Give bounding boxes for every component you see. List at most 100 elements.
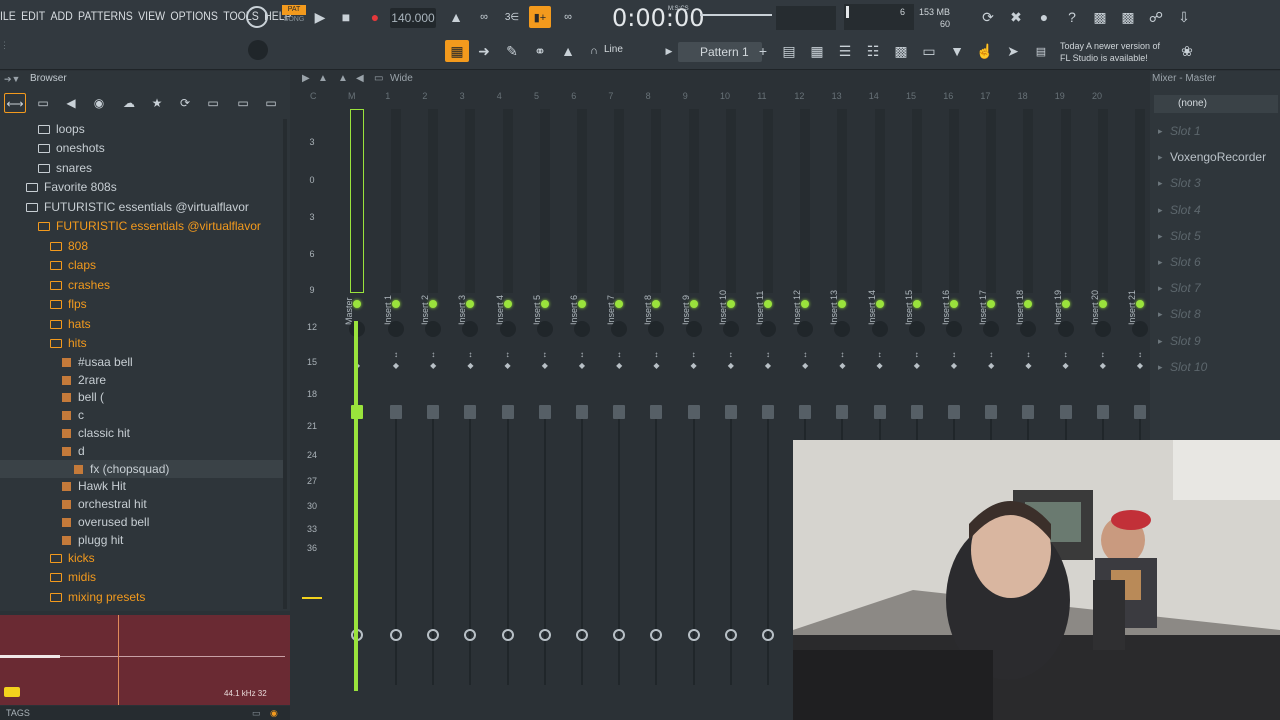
browser-folder-icon-1[interactable]: ▭ [202, 93, 224, 113]
route-knob-icon[interactable] [650, 629, 663, 641]
stereo-separation-icon[interactable]: ↕◆ [614, 349, 624, 373]
tags-folder-icon[interactable]: ▭ [252, 706, 261, 720]
volume-fader[interactable] [464, 405, 477, 419]
effect-slot[interactable]: Slot 8 [1150, 304, 1280, 324]
mixer-view-icon-1[interactable]: ▲ [318, 73, 328, 84]
pan-knob[interactable] [611, 321, 628, 337]
browser-file[interactable]: overused bell [0, 513, 286, 531]
volume-fader[interactable] [427, 405, 440, 419]
browser-folder[interactable]: claps [0, 256, 286, 274]
browser-file-icon[interactable]: ▭ [32, 93, 54, 113]
magnet-icon[interactable]: ∩ [583, 40, 605, 62]
effect-slot[interactable]: Slot 6 [1150, 252, 1280, 272]
volume-fader[interactable] [873, 405, 886, 419]
pan-knob[interactable] [648, 321, 665, 337]
browser-file[interactable]: fx (chopsquad) [0, 460, 286, 478]
draw-icon[interactable]: ✎ [501, 40, 523, 62]
route-knob-icon[interactable] [390, 629, 402, 641]
volume-fader[interactable] [1134, 405, 1146, 419]
route-knob-icon[interactable] [576, 629, 588, 641]
mute-led-icon[interactable] [392, 300, 400, 308]
mute-led-icon[interactable] [912, 300, 921, 308]
mute-led-icon[interactable] [1098, 300, 1107, 308]
mixer-view-icon-4[interactable]: ▭ [374, 73, 383, 84]
link-icon[interactable]: ⚭ [529, 40, 551, 62]
volume-fader[interactable] [1096, 405, 1109, 419]
mute-led-icon[interactable] [1136, 300, 1144, 308]
browser-file[interactable]: bell ( [0, 388, 286, 406]
volume-fader[interactable] [576, 405, 588, 419]
browser-arrows-icon[interactable]: ⟷ [4, 93, 26, 113]
preview-play-icon[interactable] [4, 687, 20, 697]
pan-knob[interactable] [1057, 321, 1074, 337]
menu-edit[interactable]: EDIT [21, 9, 45, 23]
mute-led-icon[interactable] [466, 300, 475, 308]
route-knob-icon[interactable] [501, 629, 514, 641]
volume-fader[interactable] [910, 405, 923, 419]
menu-file[interactable]: ILE [0, 9, 16, 23]
route-knob-icon[interactable] [687, 629, 700, 641]
insert-strip[interactable]: Insert 2 ↕ ◆ [416, 105, 450, 695]
touch-icon[interactable]: ☝ [974, 40, 996, 62]
effect-slot[interactable]: Slot 3 [1150, 173, 1280, 193]
mute-led-icon[interactable] [838, 300, 847, 308]
mute-led-icon[interactable] [353, 300, 361, 308]
stereo-separation-icon[interactable]: ↕◆ [949, 349, 959, 373]
volume-fader[interactable] [1022, 405, 1035, 419]
menu-patterns[interactable]: PATTERNS [78, 9, 133, 23]
play-button[interactable]: ▶ [309, 6, 331, 28]
stereo-separation-icon[interactable]: ↕◆ [1135, 349, 1145, 373]
browser-file[interactable]: 2rare [0, 371, 286, 389]
song-mode[interactable]: SONG [282, 15, 306, 25]
route-knob-icon[interactable] [613, 629, 626, 641]
microphone-icon[interactable]: ● [1033, 6, 1055, 28]
pan-knob[interactable] [1094, 321, 1111, 337]
pan-knob[interactable] [425, 321, 442, 337]
stop-button[interactable]: ■ [335, 6, 357, 28]
metronome-icon[interactable]: ▲ [445, 6, 467, 28]
mute-led-icon[interactable] [801, 300, 810, 308]
pan-knob[interactable] [1020, 321, 1037, 337]
browser-speaker-icon[interactable]: ◀ [60, 93, 82, 113]
undo-icon[interactable]: ⟳ [977, 6, 999, 28]
stereo-separation-icon[interactable]: ↕◆ [726, 349, 736, 373]
browser-file[interactable]: plugg hit [0, 531, 286, 549]
insert-strip[interactable]: Insert 11 ↕ ◆ [751, 105, 785, 695]
browser-folder[interactable]: crashes [0, 276, 286, 294]
pan-knob[interactable] [388, 321, 404, 337]
save-icon[interactable]: ▩ [1089, 6, 1111, 28]
browser-folder-icon-2[interactable]: ▭ [232, 93, 254, 113]
effect-slot[interactable]: VoxengoRecorder [1150, 147, 1280, 167]
volume-fader[interactable] [390, 405, 402, 419]
pan-knob[interactable] [536, 321, 553, 337]
browser-file[interactable]: Hawk Hit [0, 477, 286, 495]
browser-cloud-icon[interactable]: ☁ [118, 93, 140, 113]
mute-led-icon[interactable] [540, 300, 549, 308]
route-knob-icon[interactable] [762, 629, 774, 641]
route-knob-icon[interactable] [538, 629, 551, 641]
stereo-separation-icon[interactable]: ↕◆ [577, 349, 587, 373]
browser-folder[interactable]: kicks [0, 549, 286, 567]
mute-led-icon[interactable] [503, 300, 512, 308]
pan-knob[interactable] [685, 321, 702, 337]
pat-mode[interactable]: PAT [282, 5, 306, 15]
wait-input-icon[interactable]: ∞ [473, 6, 495, 28]
mute-led-icon[interactable] [1061, 300, 1070, 308]
stamp-icon[interactable]: ▲ [557, 40, 579, 62]
record-button[interactable]: ● [364, 6, 386, 28]
browser-folder[interactable]: mixing presets [0, 588, 286, 606]
mute-led-icon[interactable] [689, 300, 698, 308]
stereo-separation-icon[interactable]: ↕◆ [1098, 349, 1108, 373]
browser-history-icon[interactable]: ⟳ [174, 93, 196, 113]
stereo-separation-icon[interactable]: ↕◆ [428, 349, 438, 373]
insert-strip[interactable]: Insert 3 ↕ ◆ [453, 105, 487, 695]
stereo-separation-icon[interactable]: ↕◆ [391, 349, 401, 373]
insert-strip[interactable]: Insert 10 ↕ ◆ [714, 105, 748, 695]
add-pattern-icon[interactable]: + [752, 40, 774, 62]
tools-icon[interactable]: ✖ [1005, 6, 1027, 28]
download-icon[interactable]: ⇩ [1173, 6, 1195, 28]
insert-strip[interactable]: Insert 1 ↕ ◆ [379, 105, 413, 695]
pan-knob[interactable] [499, 321, 516, 337]
mute-led-icon[interactable] [875, 300, 884, 308]
mixer-view-mode[interactable]: Wide [390, 73, 413, 84]
